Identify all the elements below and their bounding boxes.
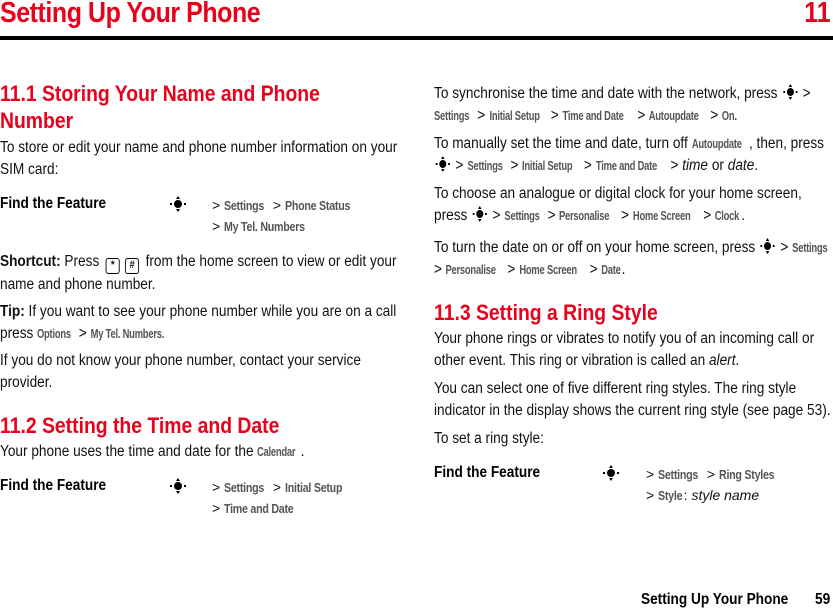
set-ring-style-paragraph: To set a ring style: (434, 430, 544, 447)
punctuation: . (300, 443, 305, 460)
menu-item: Settings (224, 198, 265, 213)
shortcut-text: Press (64, 253, 100, 270)
menu-item: Settings (504, 208, 540, 223)
menu-path: > Settings > Initial Setup > Time and Da… (212, 477, 351, 519)
menu-item: Personalise (559, 208, 610, 223)
manual-text: To manually set the time and date, turn … (434, 135, 688, 152)
menu-item: My Tel. Numbers. (90, 326, 165, 341)
section-heading-11-3: 11.3 Setting a Ring Style (434, 300, 658, 325)
menu-item: Ring Styles (718, 467, 775, 482)
menu-item: Settings (658, 467, 699, 482)
menu-item: On (722, 108, 735, 123)
menu-item: Calendar (257, 444, 296, 459)
find-feature-label: Find the Feature (0, 477, 107, 494)
star-key-icon: * (105, 258, 120, 274)
sync-paragraph: To synchronise the time and date with th… (434, 83, 833, 127)
menu-item: Autoupdate (649, 108, 700, 123)
menu-item: My Tel. Numbers (224, 219, 305, 234)
find-feature-11-3: Find the Feature > Settings > Ring Style… (434, 464, 833, 508)
menu-item: Clock (714, 208, 740, 223)
menu-item: Settings (224, 480, 265, 495)
italic-term: alert (708, 352, 736, 369)
right-column: To synchronise the time and date with th… (434, 83, 833, 508)
find-feature-11-1: Find the Feature > Settings > Phone Stat… (0, 195, 405, 239)
menu-item: Style (658, 488, 683, 503)
menu-item: Initial Setup (489, 108, 540, 123)
menu-item: Phone Status (284, 198, 351, 213)
menu-path: > Settings > Ring Styles > Style: style … (646, 464, 782, 506)
intro-text: Your phone uses the time and date for th… (0, 443, 254, 460)
shortcut-label: Shortcut: (0, 253, 61, 270)
ring-styles-paragraph: You can select one of five different rin… (434, 380, 831, 419)
find-feature-11-2: Find the Feature > Settings > Initial Se… (0, 477, 405, 521)
nav-key-icon (603, 465, 619, 481)
alert-text: Your phone rings or vibrates to notify y… (434, 330, 815, 369)
menu-item: Initial Setup (522, 158, 573, 173)
nav-key-icon (472, 206, 487, 222)
sync-text: To synchronise the time and date with th… (434, 85, 778, 102)
tip-label: Tip: (0, 303, 25, 320)
chapter-title: Setting Up Your Phone (0, 0, 261, 29)
footer-page-number: 59 (815, 591, 831, 608)
menu-item: Date (601, 262, 621, 277)
menu-item: Settings (792, 240, 828, 255)
find-feature-label: Find the Feature (0, 195, 107, 212)
manual-text: , then, press (748, 135, 825, 152)
left-column: 11.1 Storing Your Name and Phone Number … (0, 80, 405, 521)
hash-key-icon: # (125, 258, 140, 274)
menu-item: Time and Date (562, 108, 624, 123)
find-feature-label: Find the Feature (434, 464, 541, 481)
date-toggle-paragraph: To turn the date on or off on your home … (434, 237, 833, 281)
service-provider-note: If you do not know your phone number, co… (0, 352, 361, 391)
section-11-1-intro: To store or edit your name and phone num… (0, 139, 398, 178)
italic-term: date (727, 157, 755, 174)
menu-item: Personalise (445, 262, 497, 277)
menu-item: Home Screen (632, 208, 691, 223)
tip-paragraph: Tip: If you want to see your phone numbe… (0, 301, 405, 345)
menu-item: Settings (434, 108, 470, 123)
menu-item: Initial Setup (284, 480, 343, 495)
manual-text: or (711, 157, 724, 174)
clock-paragraph: To choose an analogue or digital clock f… (434, 183, 833, 227)
menu-item: Time and Date (224, 501, 294, 516)
nav-key-icon (170, 196, 186, 212)
italic-term: style name (691, 487, 760, 503)
menu-item: Settings (467, 158, 503, 173)
nav-key-icon (760, 238, 775, 254)
footer-title: Setting Up Your Phone (641, 591, 789, 608)
section-heading-11-1: 11.1 Storing Your Name and Phone Number (0, 81, 320, 133)
header-rule (0, 36, 833, 40)
menu-path: > Settings > Phone Status > My Tel. Numb… (212, 195, 360, 237)
section-heading-11-2: 11.2 Setting the Time and Date (0, 413, 280, 438)
nav-key-icon (435, 156, 450, 172)
nav-key-icon (783, 84, 798, 100)
menu-item: Time and Date (595, 158, 657, 173)
alert-paragraph: Your phone rings or vibrates to notify y… (434, 330, 815, 369)
date-toggle-text: To turn the date on or off on your home … (434, 239, 756, 256)
menu-item: Autoupdate (691, 136, 742, 151)
clock-text: To choose an analogue or digital clock f… (434, 185, 802, 224)
italic-term: time (682, 157, 709, 174)
section-11-2-intro: Your phone uses the time and date for th… (0, 441, 405, 463)
chapter-number: 11 (804, 0, 831, 29)
manual-paragraph: To manually set the time and date, turn … (434, 133, 833, 177)
menu-item: Home Screen (519, 262, 577, 277)
menu-item: Options (37, 326, 72, 341)
nav-key-icon (170, 478, 186, 494)
shortcut-paragraph: Shortcut: Press * # from the home screen … (0, 251, 405, 296)
